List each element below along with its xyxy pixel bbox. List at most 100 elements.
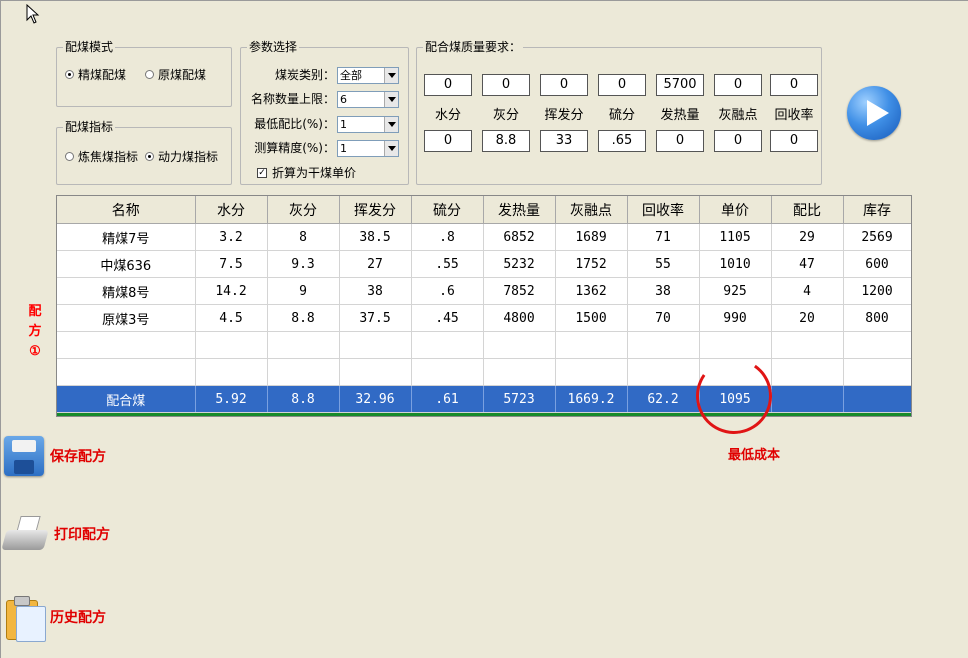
table-cell[interactable]: 4800 xyxy=(483,304,556,332)
table-cell[interactable]: 925 xyxy=(699,277,772,305)
table-cell[interactable]: 原煤3号 xyxy=(57,304,196,332)
save-recipe-button[interactable]: 保存配方 xyxy=(4,436,106,476)
table-cell[interactable] xyxy=(57,358,196,386)
table-cell[interactable]: 5232 xyxy=(483,250,556,278)
table-cell[interactable] xyxy=(411,331,484,359)
column-header[interactable]: 单价 xyxy=(699,196,772,224)
radio-power-index[interactable]: 动力煤指标 xyxy=(145,148,218,165)
table-cell[interactable] xyxy=(483,358,556,386)
radio-indicator[interactable] xyxy=(145,70,154,79)
table-cell[interactable] xyxy=(195,358,268,386)
column-header[interactable]: 水分 xyxy=(195,196,268,224)
table-cell[interactable] xyxy=(57,331,196,359)
table-row[interactable]: 中煤636 7.5 9.3 27.55 5232 1752 55 1010 47 600 xyxy=(57,250,911,278)
play-icon[interactable] xyxy=(847,86,901,140)
table-cell[interactable]: 1362 xyxy=(555,277,628,305)
table-cell[interactable] xyxy=(195,331,268,359)
quality-limit-input[interactable]: 0 xyxy=(714,130,762,152)
history-recipe-button[interactable]: 历史配方 xyxy=(4,594,106,642)
table-cell[interactable]: 1500 xyxy=(555,304,628,332)
table-cell[interactable]: 29 xyxy=(771,223,844,251)
table-cell[interactable] xyxy=(339,331,412,359)
table-cell[interactable]: 1010 xyxy=(699,250,772,278)
quality-limit-input[interactable]: 8.8 xyxy=(482,130,530,152)
column-header[interactable]: 挥发分 xyxy=(339,196,412,224)
blend-table[interactable]: 名称 水分 灰分 挥发分 硫分 发热量 灰融点 回收率 单价 配比 库存 精煤7号 3.2 8 38.5.… xyxy=(56,195,912,417)
table-cell[interactable]: 800 xyxy=(843,304,911,332)
table-row[interactable] xyxy=(57,331,911,359)
min-ratio-select[interactable]: 1 xyxy=(337,116,399,133)
table-cell[interactable]: 精煤8号 xyxy=(57,277,196,305)
precision-select[interactable]: 1 xyxy=(337,140,399,157)
radio-coking-index[interactable]: 炼焦煤指标 xyxy=(65,148,138,165)
total-cell[interactable]: 5.92 xyxy=(195,385,268,413)
table-cell[interactable]: 47 xyxy=(771,250,844,278)
total-cell[interactable]: 1669.2 xyxy=(555,385,628,413)
quality-target-input[interactable]: 0 xyxy=(598,74,646,96)
table-cell[interactable]: .45 xyxy=(411,304,484,332)
column-header[interactable]: 回收率 xyxy=(627,196,700,224)
table-cell[interactable]: .8 xyxy=(411,223,484,251)
floppy-disk-icon[interactable] xyxy=(4,436,44,476)
column-header[interactable]: 灰分 xyxy=(267,196,340,224)
chevron-down-icon[interactable] xyxy=(384,141,398,156)
total-cell[interactable] xyxy=(771,385,844,413)
table-cell[interactable]: 9 xyxy=(267,277,340,305)
quality-target-input[interactable]: 5700 xyxy=(656,74,704,96)
quality-target-input[interactable]: 0 xyxy=(482,74,530,96)
radio-fine-coal[interactable]: 精煤配煤 xyxy=(65,66,126,83)
quality-limit-input[interactable]: 33 xyxy=(540,130,588,152)
chevron-down-icon[interactable] xyxy=(384,117,398,132)
table-cell[interactable] xyxy=(267,358,340,386)
table-cell[interactable]: 1689 xyxy=(555,223,628,251)
table-cell[interactable] xyxy=(771,331,844,359)
chevron-down-icon[interactable] xyxy=(384,68,398,83)
table-cell[interactable]: 9.3 xyxy=(267,250,340,278)
table-cell[interactable] xyxy=(267,331,340,359)
table-cell[interactable]: 38 xyxy=(339,277,412,305)
table-cell[interactable]: 4 xyxy=(771,277,844,305)
coal-type-select[interactable]: 全部 xyxy=(337,67,399,84)
table-cell[interactable] xyxy=(843,331,911,359)
chevron-down-icon[interactable] xyxy=(384,92,398,107)
table-cell[interactable]: 990 xyxy=(699,304,772,332)
table-cell[interactable]: 8.8 xyxy=(267,304,340,332)
table-cell[interactable]: 7.5 xyxy=(195,250,268,278)
table-cell[interactable]: 14.2 xyxy=(195,277,268,305)
column-header[interactable]: 库存 xyxy=(843,196,911,224)
max-names-select[interactable]: 6 xyxy=(337,91,399,108)
table-cell[interactable]: 1752 xyxy=(555,250,628,278)
table-cell[interactable]: 7852 xyxy=(483,277,556,305)
table-cell[interactable] xyxy=(411,358,484,386)
table-cell[interactable] xyxy=(627,331,700,359)
print-recipe-button[interactable]: 打印配方 xyxy=(1,516,110,552)
table-cell[interactable]: 71 xyxy=(627,223,700,251)
table-cell[interactable] xyxy=(483,331,556,359)
table-cell[interactable]: 8 xyxy=(267,223,340,251)
table-cell[interactable]: 38 xyxy=(627,277,700,305)
column-header[interactable]: 灰融点 xyxy=(555,196,628,224)
table-cell[interactable] xyxy=(843,358,911,386)
table-cell[interactable]: .6 xyxy=(411,277,484,305)
table-row[interactable]: 原煤3号 4.5 8.8 37.5.45 4800 1500 70 990 20 800 xyxy=(57,304,911,332)
quality-target-input[interactable]: 0 xyxy=(770,74,818,96)
quality-limit-input[interactable]: .65 xyxy=(598,130,646,152)
table-cell[interactable] xyxy=(771,358,844,386)
table-cell[interactable]: 37.5 xyxy=(339,304,412,332)
radio-indicator[interactable] xyxy=(65,152,74,161)
total-cell[interactable]: 8.8 xyxy=(267,385,340,413)
total-cell[interactable]: 32.96 xyxy=(339,385,412,413)
printer-icon[interactable] xyxy=(1,516,49,552)
total-cell[interactable]: 配合煤 xyxy=(57,385,196,413)
print-recipe-label[interactable]: 打印配方 xyxy=(54,524,110,544)
table-cell[interactable] xyxy=(555,358,628,386)
quality-limit-input[interactable]: 0 xyxy=(424,130,472,152)
table-cell[interactable]: 27 xyxy=(339,250,412,278)
total-cell[interactable] xyxy=(843,385,911,413)
table-cell[interactable]: 中煤636 xyxy=(57,250,196,278)
total-row[interactable]: 配合煤 5.92 8.8 32.96.61 5723 1669.2 62.2 1095 xyxy=(57,385,911,413)
table-cell[interactable]: 70 xyxy=(627,304,700,332)
table-row[interactable]: 精煤7号 3.2 8 38.5.8 6852 1689 71 1105 29 2569 xyxy=(57,223,911,251)
table-cell[interactable]: 精煤7号 xyxy=(57,223,196,251)
radio-indicator[interactable] xyxy=(145,152,154,161)
